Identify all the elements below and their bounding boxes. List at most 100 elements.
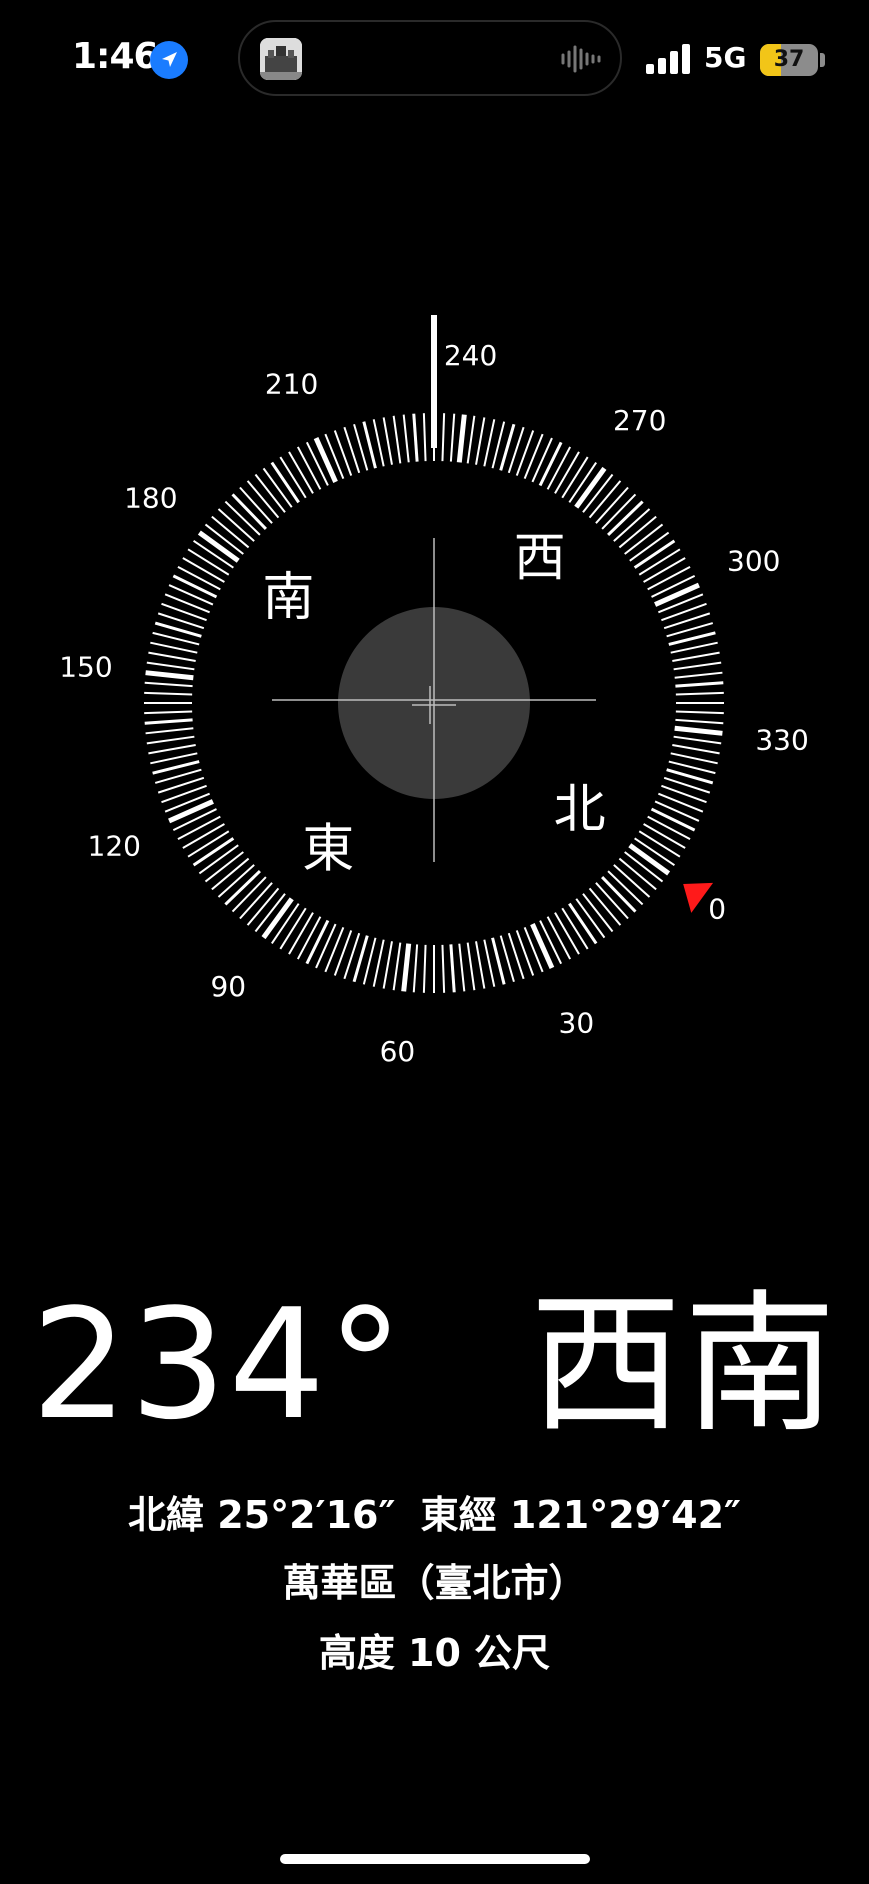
compass-tick — [305, 441, 329, 486]
degree-label: 300 — [727, 545, 780, 578]
compass-tick — [313, 437, 338, 483]
compass-tick — [288, 451, 314, 494]
compass-tick — [144, 691, 193, 696]
compass-tick — [673, 661, 722, 671]
home-indicator[interactable] — [280, 1854, 590, 1864]
compass-tick — [372, 419, 385, 467]
compass-tick — [145, 727, 194, 735]
compass-tick — [515, 430, 535, 476]
compass-tick — [643, 557, 686, 583]
compass-tick — [187, 548, 230, 576]
compass-tick — [674, 725, 723, 736]
compass-tick — [675, 710, 724, 715]
cardinal-east: 東 — [302, 820, 354, 880]
degree-label: 180 — [124, 481, 177, 514]
compass-tick — [168, 799, 214, 824]
compass-tick — [146, 735, 195, 745]
compass-tick — [449, 944, 456, 993]
compass-tick — [643, 823, 686, 849]
compass-tick — [554, 451, 580, 494]
coordinates[interactable]: 北緯 25°2′16″ 東經 121°29′42″ — [0, 1484, 869, 1539]
compass-tick — [372, 939, 385, 987]
compass-tick — [674, 671, 723, 679]
compass-tick — [177, 565, 221, 591]
compass-tick — [658, 593, 704, 614]
compass-tick — [568, 902, 598, 945]
compass-tick — [530, 923, 555, 969]
compass-tick — [672, 744, 720, 755]
compass-tick — [673, 735, 722, 745]
compass-tick — [475, 417, 486, 465]
compass-tick — [305, 919, 330, 965]
compass-tick — [661, 784, 707, 804]
compass-tick — [288, 912, 314, 955]
place-name: 萬華區（臺北市） — [282, 1561, 587, 1605]
compass-tick — [296, 916, 322, 960]
degree-label: 330 — [755, 724, 808, 757]
cardinal-south: 南 — [262, 568, 314, 628]
compass-tick — [650, 807, 696, 832]
compass-tick — [538, 441, 563, 487]
compass-tick — [402, 414, 410, 463]
compass-tick — [654, 582, 700, 607]
compass-tick — [146, 661, 195, 671]
compass-tick — [561, 456, 589, 499]
compass-tick — [675, 718, 724, 725]
compass-tick — [449, 413, 456, 462]
compass-tick — [483, 939, 496, 987]
compass-tick — [483, 419, 496, 467]
compass-tick — [670, 752, 718, 765]
degree-label: 210 — [265, 367, 318, 400]
compass-tick — [164, 593, 210, 614]
compass-tick — [523, 927, 544, 973]
compass-tick — [466, 942, 476, 991]
compass-tick — [638, 830, 681, 858]
compass-tick — [144, 681, 193, 688]
compass-tick — [546, 446, 572, 490]
compass-tick — [456, 414, 467, 463]
compass-tick — [296, 446, 322, 490]
elevation: 高度 10 公尺 — [318, 1631, 551, 1675]
compass-dial[interactable]: 0 30 60 90 120 150 180 210 240 270 300 330 北東 南 西 — [0, 0, 869, 1150]
compass-tick — [392, 415, 402, 464]
heading-readout: 234° 西南 — [0, 1289, 869, 1441]
compass-tick — [333, 930, 353, 976]
compass-tick — [475, 941, 486, 989]
compass-tick — [531, 437, 553, 483]
compass-tick — [441, 944, 446, 993]
compass-tick — [412, 413, 419, 462]
compass-tick — [177, 815, 221, 841]
compass-tick — [192, 837, 235, 867]
compass-tick — [144, 718, 193, 725]
compass-tick — [145, 670, 194, 681]
heading-degrees: 234° — [31, 1276, 406, 1453]
degree-label: 120 — [88, 829, 141, 862]
compass-tick — [515, 930, 535, 976]
compass-tick — [144, 710, 193, 715]
compass-tick — [554, 912, 580, 955]
compass-tick — [412, 944, 419, 993]
compass-tick — [675, 681, 724, 688]
compass-tick — [647, 815, 691, 841]
compass-tick — [164, 792, 210, 813]
compass-tick — [172, 574, 218, 599]
compass-tick — [382, 941, 393, 989]
compass-tick — [675, 691, 724, 696]
degree-label: 60 — [380, 1035, 416, 1068]
compass-tick — [523, 433, 544, 479]
compass-tick — [182, 823, 225, 849]
degree-label: 0 — [708, 893, 726, 926]
degree-label: 240 — [444, 339, 497, 372]
degree-label: 30 — [559, 1007, 595, 1040]
compass-tick — [172, 808, 217, 832]
compass-tick — [161, 784, 207, 804]
compass-tick — [150, 641, 198, 654]
degree-label: 90 — [210, 970, 246, 1003]
compass-tick — [422, 944, 427, 993]
compass-tick — [670, 641, 718, 654]
compass-tick — [658, 792, 704, 813]
compass-tick — [279, 907, 307, 950]
compass-tick — [150, 752, 198, 765]
compass-tick — [161, 602, 207, 622]
compass-tick — [182, 557, 225, 583]
